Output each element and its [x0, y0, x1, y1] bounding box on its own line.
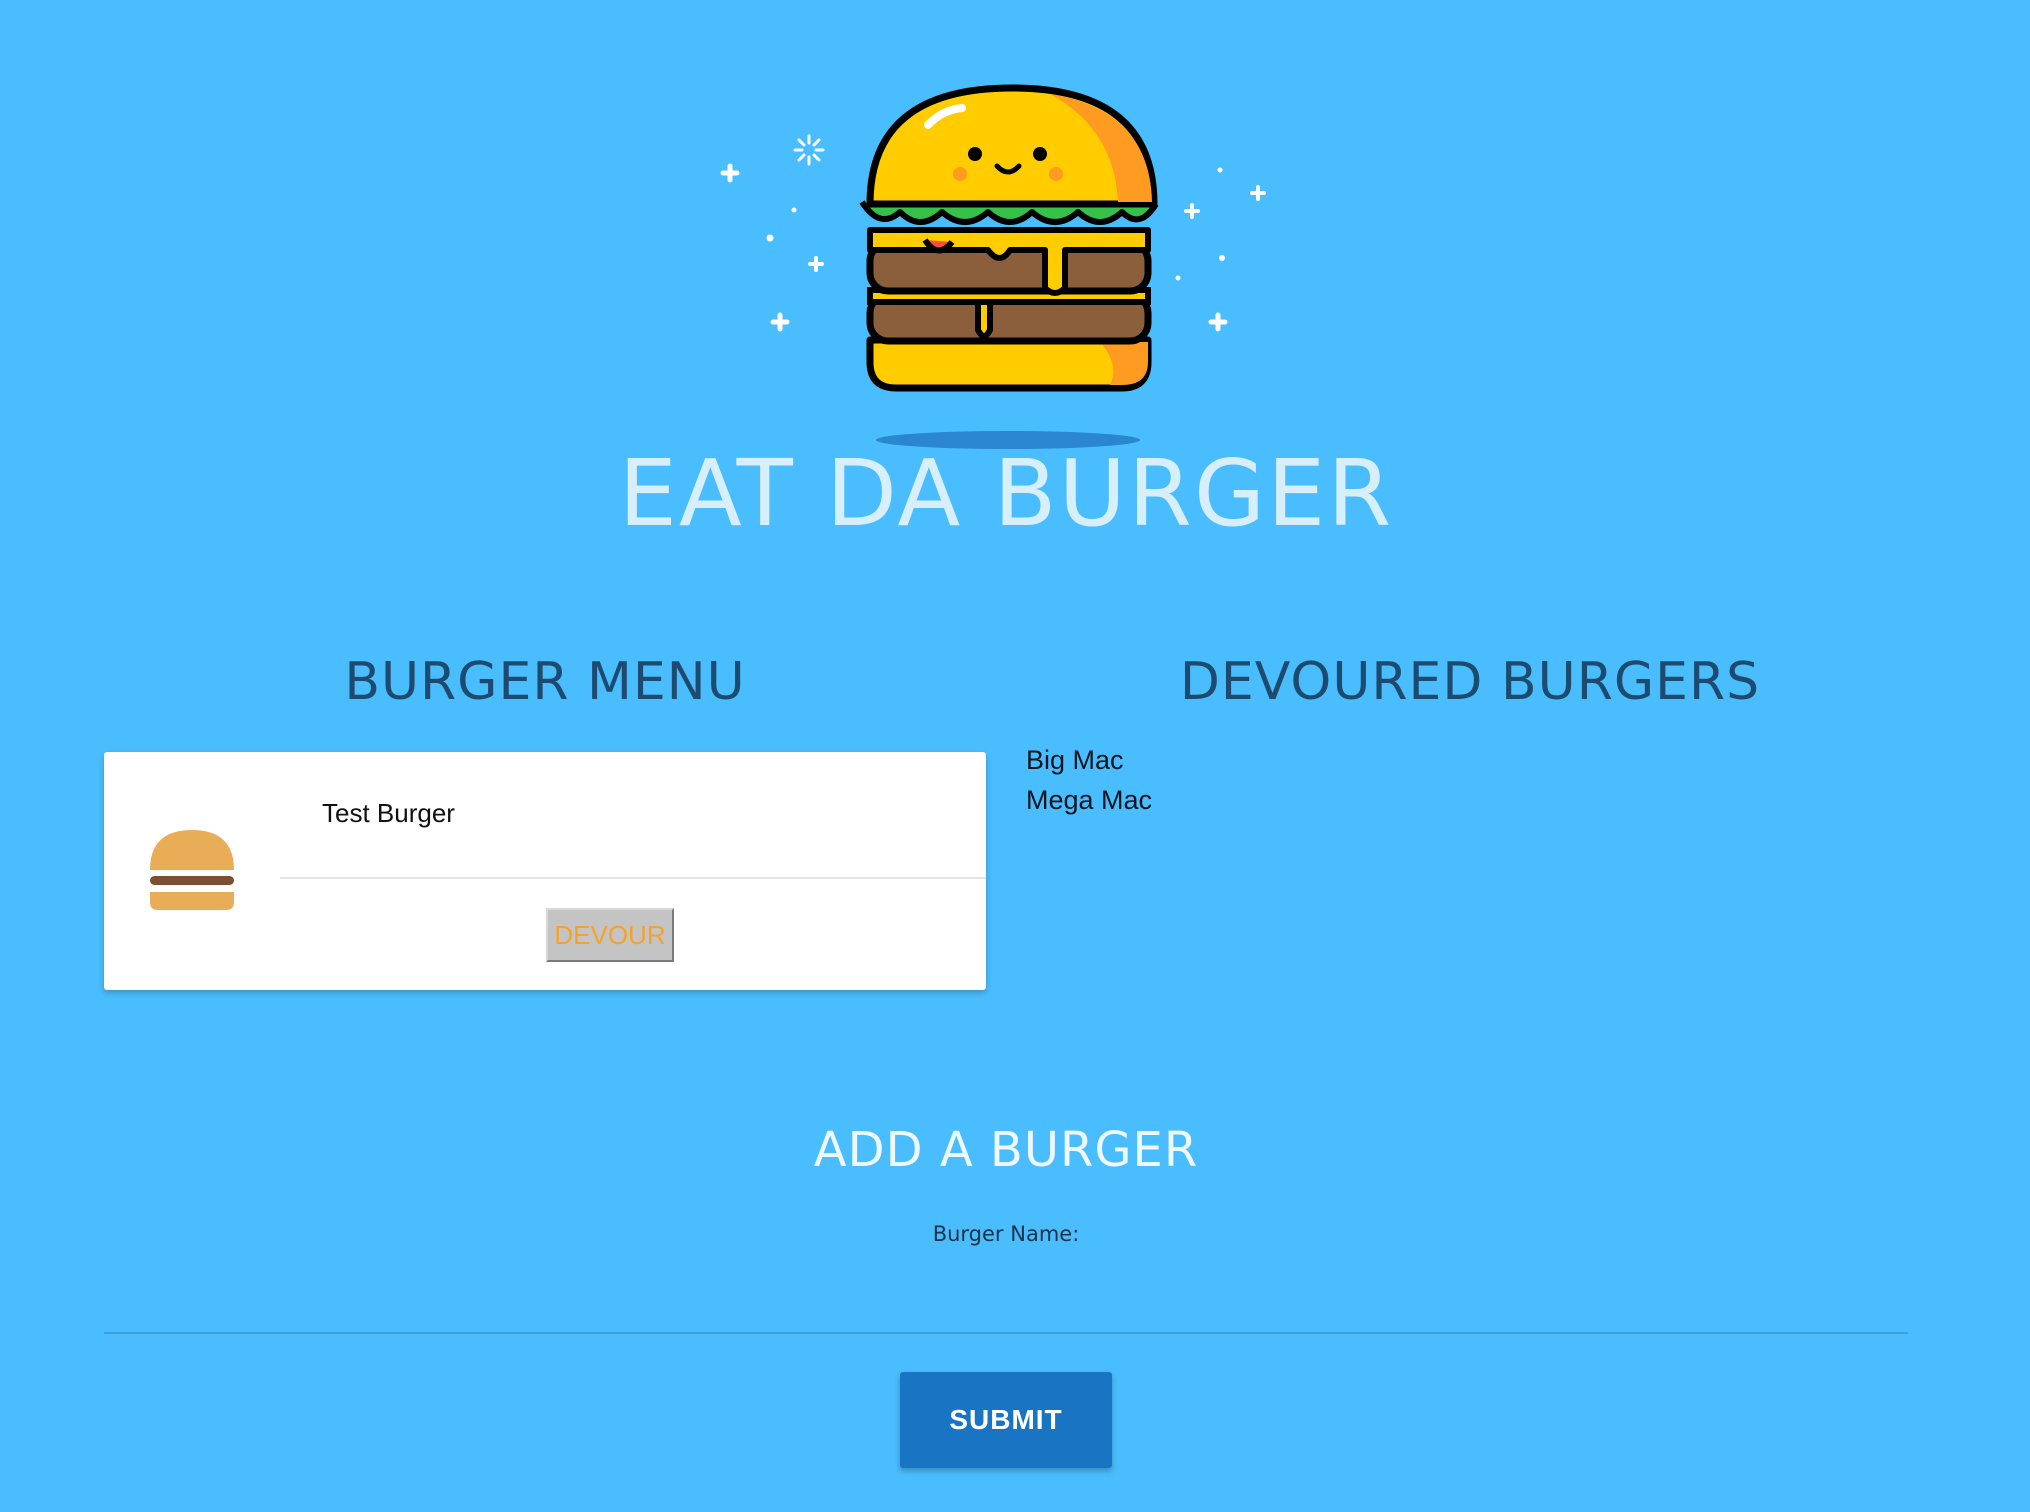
page-title: EAT DA BURGER	[618, 440, 1394, 547]
devour-button[interactable]: DEVOUR	[546, 908, 674, 962]
burger-name-input[interactable]	[104, 1280, 1908, 1334]
devoured-item: Big Mac	[1026, 745, 1124, 775]
submit-button[interactable]: SUBMIT	[900, 1372, 1112, 1468]
devoured-item: Mega Mac	[1026, 785, 1153, 815]
burger-menu-heading: BURGER MENU	[344, 652, 746, 712]
burger-name: Test Burger	[322, 798, 455, 828]
burger-card: Test Burger DEVOUR	[104, 752, 986, 990]
burger-icon	[146, 826, 238, 918]
burger-name-label: Burger Name:	[932, 1222, 1080, 1246]
add-burger-heading: ADD A BURGER	[813, 1122, 1199, 1178]
devoured-list: Big Mac Mega Mac	[1026, 740, 1152, 820]
smiling-burger-icon	[720, 84, 1266, 449]
devoured-burgers-heading: DEVOURED BURGERS	[1179, 652, 1761, 712]
hero-logo	[720, 80, 1310, 470]
card-divider	[280, 877, 986, 879]
